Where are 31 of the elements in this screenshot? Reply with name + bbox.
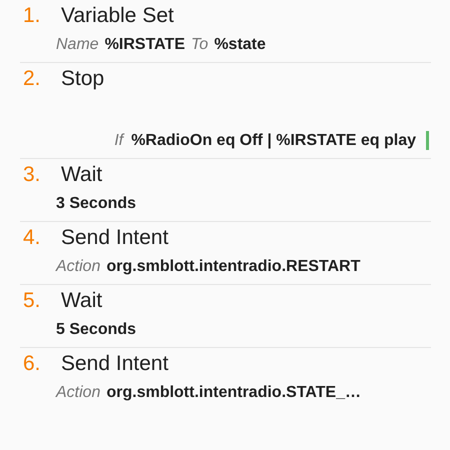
condition-text: %RadioOn eq Off | %IRSTATE eq play bbox=[131, 132, 416, 150]
action-title: Send Intent bbox=[61, 352, 168, 376]
param-label: To bbox=[190, 36, 208, 54]
condition-label: If bbox=[114, 132, 124, 150]
action-row[interactable]: 4. Send Intent Action org.smblott.intentradio.RESTART bbox=[20, 222, 431, 285]
param-label: Name bbox=[56, 36, 99, 54]
param-value: 3 Seconds bbox=[56, 195, 136, 213]
action-title: Wait bbox=[61, 289, 102, 313]
action-number: 2. bbox=[22, 67, 42, 91]
action-title: Variable Set bbox=[61, 4, 174, 28]
param-value: org.smblott.intentradio.RESTART bbox=[106, 258, 360, 276]
param-value: org.smblott.intentradio.STATE_… bbox=[106, 384, 361, 402]
param-label: Action bbox=[56, 258, 100, 276]
action-title: Stop bbox=[61, 67, 104, 91]
action-number: 5. bbox=[22, 289, 42, 313]
action-number: 6. bbox=[22, 352, 42, 376]
param-value: %state bbox=[214, 36, 266, 54]
action-title: Wait bbox=[61, 163, 102, 187]
param-label: Action bbox=[56, 384, 100, 402]
condition-bar-icon bbox=[426, 131, 429, 150]
action-row[interactable]: 2. Stop If %RadioOn eq Off | %IRSTATE eq play bbox=[20, 63, 431, 159]
action-number: 4. bbox=[22, 226, 42, 250]
action-title: Send Intent bbox=[61, 226, 168, 250]
action-number: 3. bbox=[22, 163, 42, 187]
action-row[interactable]: 5. Wait 5 Seconds bbox=[20, 285, 431, 348]
action-row[interactable]: 6. Send Intent Action org.smblott.intentradio.STATE_… bbox=[20, 348, 431, 410]
param-value: %IRSTATE bbox=[104, 36, 185, 54]
action-number: 1. bbox=[22, 4, 42, 28]
action-row[interactable]: 3. Wait 3 Seconds bbox=[20, 159, 431, 222]
param-value: 5 Seconds bbox=[56, 321, 136, 339]
action-row[interactable]: 1. Variable Set Name %IRSTATE To %state bbox=[20, 0, 431, 63]
